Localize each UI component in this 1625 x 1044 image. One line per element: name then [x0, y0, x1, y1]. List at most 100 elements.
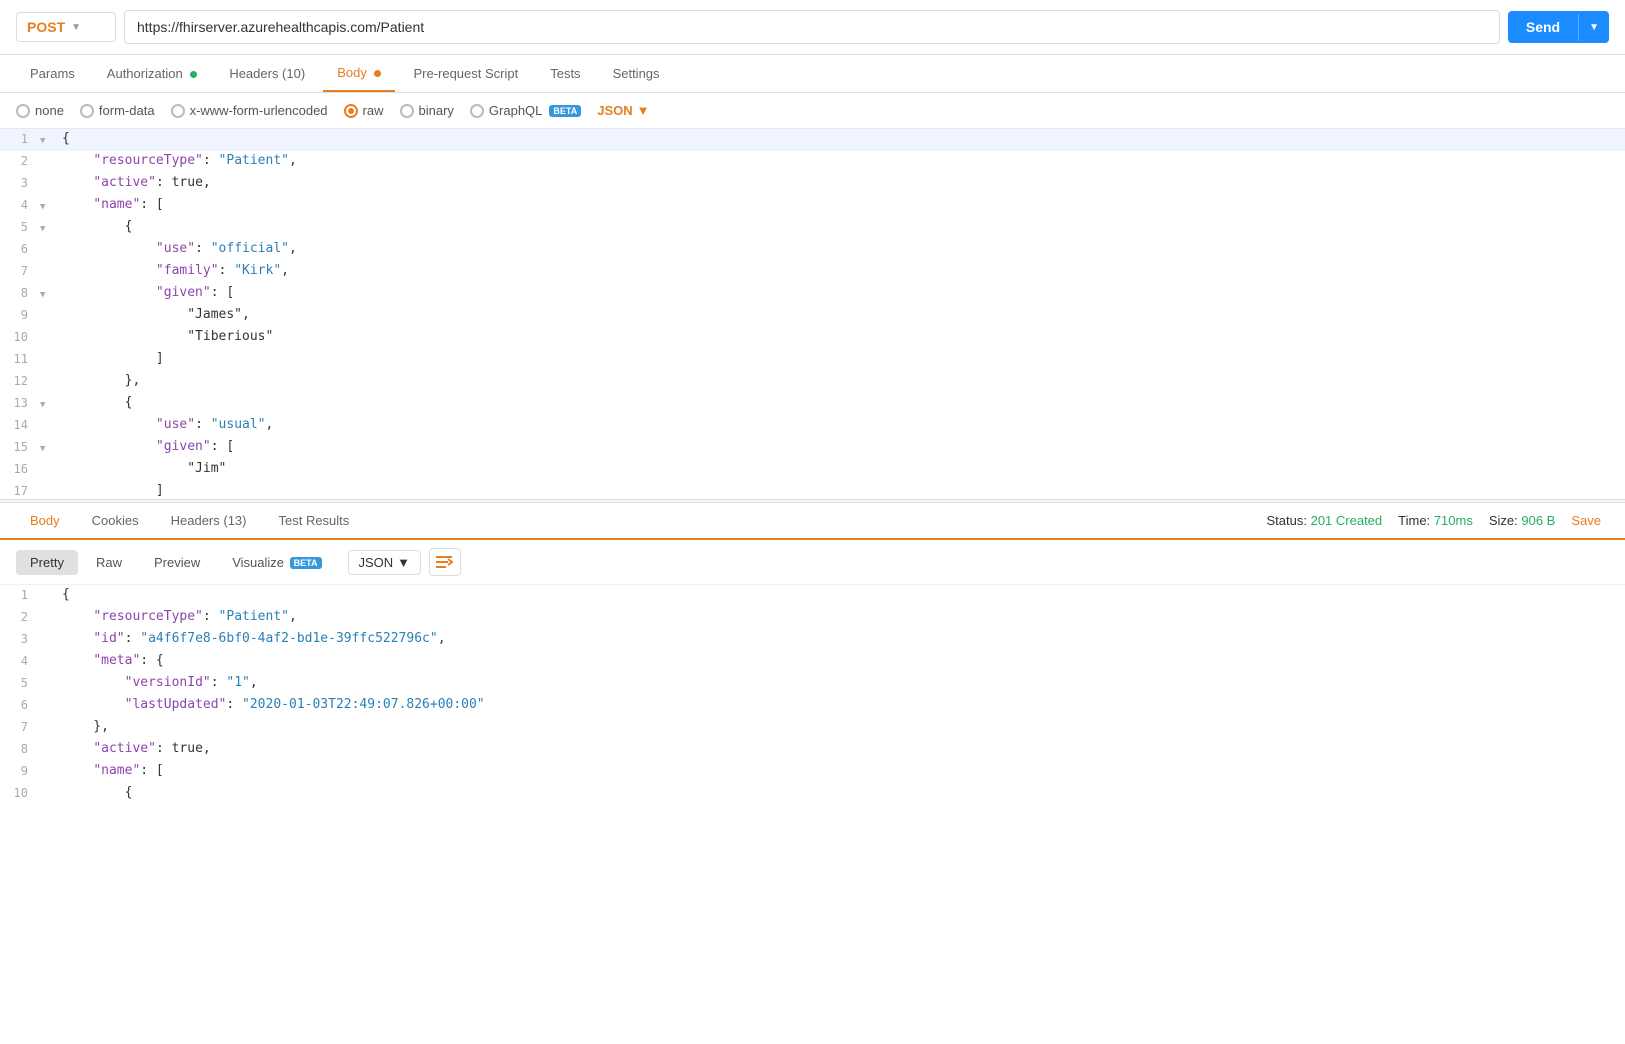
line-toggle	[40, 327, 58, 349]
request-line: 12 },	[0, 371, 1625, 393]
method-selector[interactable]: POST ▼	[16, 12, 116, 42]
line-content: ]	[58, 481, 1625, 499]
line-number: 8	[0, 283, 40, 305]
line-toggle	[40, 415, 58, 437]
line-toggle	[40, 305, 58, 327]
line-content: },	[58, 717, 1625, 739]
line-toggle	[40, 371, 58, 393]
body-type-selector: none form-data x-www-form-urlencoded raw…	[0, 93, 1625, 129]
line-number: 3	[0, 629, 40, 651]
response-format-bar: Pretty Raw Preview Visualize BETA JSON ▼	[0, 540, 1625, 585]
radio-urlencoded	[171, 104, 185, 118]
line-content: "resourceType": "Patient",	[58, 607, 1625, 629]
tab-authorization[interactable]: Authorization	[93, 56, 212, 91]
request-line: 8 ▼ "given": [	[0, 283, 1625, 305]
format-raw-button[interactable]: Raw	[82, 550, 136, 575]
line-toggle[interactable]: ▼	[40, 393, 58, 415]
tab-tests[interactable]: Tests	[536, 56, 594, 91]
body-type-binary[interactable]: binary	[400, 103, 454, 118]
status-size: 906 B	[1521, 513, 1555, 528]
body-type-urlencoded[interactable]: x-www-form-urlencoded	[171, 103, 328, 118]
send-label: Send	[1508, 11, 1578, 43]
line-toggle[interactable]: ▼	[40, 437, 58, 459]
line-content: "given": [	[58, 437, 1625, 459]
request-editor[interactable]: 1 ▼ { 2 "resourceType": "Patient", 3 "ac…	[0, 129, 1625, 499]
radio-graphql	[470, 104, 484, 118]
resp-tab-body[interactable]: Body	[16, 503, 74, 538]
request-line: 16 "Jim"	[0, 459, 1625, 481]
request-line: 5 ▼ {	[0, 217, 1625, 239]
response-line: 4 "meta": {	[0, 651, 1625, 673]
line-content: {	[58, 217, 1625, 239]
line-toggle	[40, 783, 58, 805]
request-line: 7 "family": "Kirk",	[0, 261, 1625, 283]
line-content: "id": "a4f6f7e8-6bf0-4af2-bd1e-39ffc5227…	[58, 629, 1625, 651]
line-toggle	[40, 607, 58, 629]
status-code: 201 Created	[1311, 513, 1383, 528]
format-pretty-button[interactable]: Pretty	[16, 550, 78, 575]
line-toggle	[40, 459, 58, 481]
line-content: {	[58, 783, 1625, 805]
line-toggle	[40, 673, 58, 695]
time-label: Time: 710ms	[1398, 513, 1473, 528]
send-button[interactable]: Send ▼	[1508, 11, 1609, 43]
line-content: "family": "Kirk",	[58, 261, 1625, 283]
line-toggle	[40, 481, 58, 499]
wrap-button[interactable]	[429, 548, 461, 576]
response-status-bar: Status: 201 Created Time: 710ms Size: 90…	[1267, 513, 1610, 528]
line-toggle	[40, 151, 58, 173]
line-number: 7	[0, 261, 40, 283]
body-type-form-data[interactable]: form-data	[80, 103, 155, 118]
body-type-raw[interactable]: raw	[344, 103, 384, 118]
tab-body[interactable]: Body	[323, 55, 395, 92]
line-toggle	[40, 695, 58, 717]
line-content: "name": [	[58, 195, 1625, 217]
json-dropdown-arrow: ▼	[637, 103, 650, 118]
request-line: 11 ]	[0, 349, 1625, 371]
status-time: 710ms	[1434, 513, 1473, 528]
graphql-beta-badge: BETA	[549, 105, 581, 117]
line-number: 5	[0, 673, 40, 695]
line-number: 2	[0, 607, 40, 629]
resp-tab-headers[interactable]: Headers (13)	[157, 503, 261, 538]
line-number: 11	[0, 349, 40, 371]
body-type-none[interactable]: none	[16, 103, 64, 118]
line-toggle[interactable]: ▼	[40, 129, 58, 151]
resp-tab-cookies[interactable]: Cookies	[78, 503, 153, 538]
format-preview-button[interactable]: Preview	[140, 550, 214, 575]
radio-form-data	[80, 104, 94, 118]
line-content: "name": [	[58, 761, 1625, 783]
line-number: 9	[0, 305, 40, 327]
line-toggle[interactable]: ▼	[40, 195, 58, 217]
response-line: 1 {	[0, 585, 1625, 607]
top-bar: POST ▼ Send ▼	[0, 0, 1625, 55]
line-toggle[interactable]: ▼	[40, 283, 58, 305]
radio-binary	[400, 104, 414, 118]
resp-tab-test-results[interactable]: Test Results	[264, 503, 363, 538]
json-select-arrow: ▼	[397, 555, 410, 570]
url-input[interactable]	[124, 10, 1500, 44]
tab-settings[interactable]: Settings	[599, 56, 674, 91]
response-tabs: Body Cookies Headers (13) Test Results	[16, 503, 363, 538]
request-line: 9 "James",	[0, 305, 1625, 327]
line-content: "meta": {	[58, 651, 1625, 673]
line-toggle[interactable]: ▼	[40, 217, 58, 239]
response-tabs-bar: Body Cookies Headers (13) Test Results S…	[0, 503, 1625, 540]
line-content: "active": true,	[58, 739, 1625, 761]
radio-none	[16, 104, 30, 118]
response-json-format-dropdown[interactable]: JSON ▼	[348, 550, 422, 575]
line-number: 17	[0, 481, 40, 499]
line-content: "use": "official",	[58, 239, 1625, 261]
save-response-link[interactable]: Save	[1571, 513, 1601, 528]
tab-pre-request-script[interactable]: Pre-request Script	[399, 56, 532, 91]
json-format-dropdown[interactable]: JSON ▼	[597, 103, 649, 118]
line-content: "James",	[58, 305, 1625, 327]
tab-params[interactable]: Params	[16, 56, 89, 91]
format-visualize-button[interactable]: Visualize BETA	[218, 550, 335, 575]
line-number: 5	[0, 217, 40, 239]
request-line: 13 ▼ {	[0, 393, 1625, 415]
body-type-graphql[interactable]: GraphQL BETA	[470, 103, 581, 118]
line-toggle	[40, 739, 58, 761]
line-content: {	[58, 585, 1625, 607]
tab-headers[interactable]: Headers (10)	[215, 56, 319, 91]
